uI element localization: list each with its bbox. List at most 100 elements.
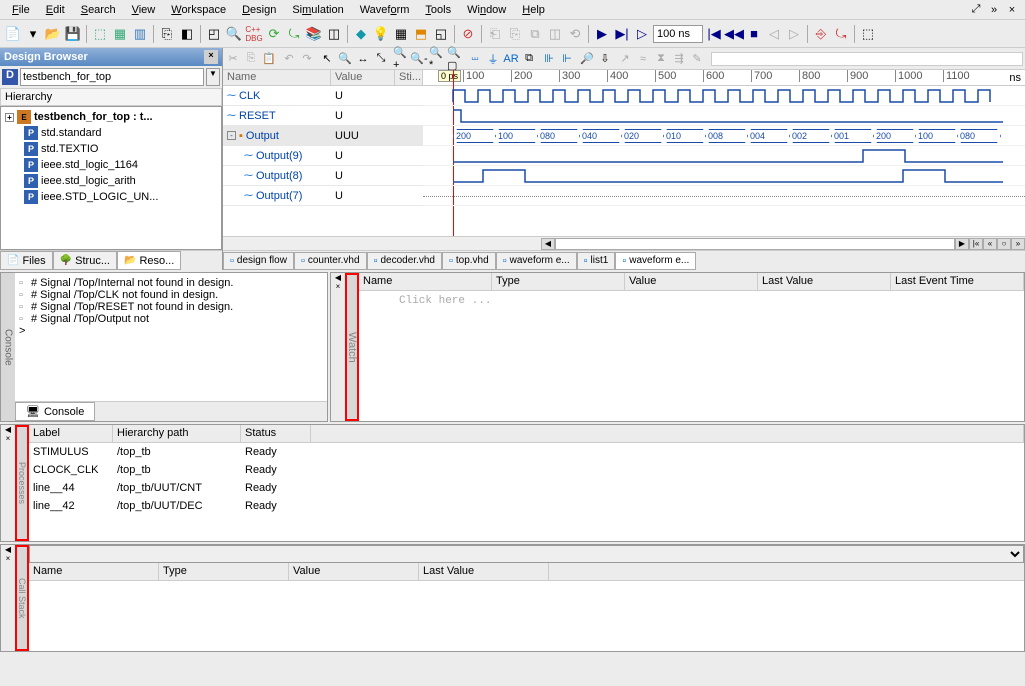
find-icon[interactable]: 🔎 <box>579 51 595 67</box>
tool-icon[interactable]: ◫ <box>546 25 564 43</box>
tool-icon[interactable]: ⟳ <box>265 25 283 43</box>
redo-icon[interactable]: ↷ <box>299 51 315 67</box>
new-icon[interactable]: 📄 <box>4 25 22 43</box>
signal-row[interactable]: ⁓ Output(7)U <box>223 186 423 206</box>
scroll-right-icon[interactable]: ▶ <box>955 238 969 250</box>
col-status[interactable]: Status <box>241 425 311 442</box>
time-input[interactable] <box>653 25 703 43</box>
col-label[interactable]: Label <box>29 425 113 442</box>
file-tab[interactable]: ▫ design flow <box>223 252 294 270</box>
watch-placeholder[interactable]: Click here ... <box>359 291 1024 311</box>
nav-prev-icon[interactable]: « <box>983 238 997 250</box>
signal-row[interactable]: ⁓ RESETU <box>223 106 423 126</box>
scroll-left-icon[interactable]: ◀ <box>1 545 15 554</box>
stack-col[interactable]: Last Value <box>419 563 549 580</box>
signal-row[interactable]: ⁓ Output(8)U <box>223 166 423 186</box>
tree-item[interactable]: +Etestbench_for_top : t... <box>3 109 219 125</box>
stack-col[interactable]: Type <box>159 563 289 580</box>
console-tab[interactable]: 🖥 Console <box>15 402 95 421</box>
watch-col[interactable]: Value <box>625 273 758 290</box>
tool-icon[interactable]: ◆ <box>352 25 370 43</box>
close-icon[interactable]: × <box>1 434 15 443</box>
tool-icon[interactable]: ⬒ <box>412 25 430 43</box>
col-value[interactable]: Value <box>331 70 395 85</box>
tool-icon[interactable]: ↗ <box>617 51 633 67</box>
tool-icon[interactable]: ⎗ <box>486 25 504 43</box>
process-row[interactable]: line__44/top_tb/UUT/CNTReady <box>29 479 1024 497</box>
next-icon[interactable]: ▷ <box>785 25 803 43</box>
tool-icon[interactable]: ◱ <box>432 25 450 43</box>
tool-icon[interactable]: ⤿ <box>832 25 850 43</box>
nav-first-icon[interactable]: |« <box>969 238 983 250</box>
tool-icon[interactable]: ⎘ <box>506 25 524 43</box>
signal-row[interactable]: - ▪ OutputUUU <box>223 126 423 146</box>
zoom-out-icon[interactable]: 🔍- <box>411 51 427 67</box>
watch-col[interactable]: Last Event Time <box>891 273 1024 290</box>
tree-item[interactable]: Pieee.std_logic_1164 <box>3 157 219 173</box>
bulb-icon[interactable]: 💡 <box>372 25 390 43</box>
close-icon[interactable]: × <box>1 554 15 563</box>
tool-icon[interactable]: ▦ <box>392 25 410 43</box>
tool-icon[interactable]: ⏚ <box>485 51 501 67</box>
save-icon[interactable]: 💾 <box>64 25 82 43</box>
time-cursor[interactable]: 0 ps <box>438 70 461 82</box>
play-icon[interactable]: ▶ <box>593 25 611 43</box>
step-icon[interactable]: ▶| <box>613 25 631 43</box>
console-output[interactable]: ▫# Signal /Top/Internal not found in des… <box>15 273 327 401</box>
menu-simulation[interactable]: Simulation <box>284 2 351 18</box>
tool-icon[interactable]: ▦ <box>111 25 129 43</box>
stack-col[interactable]: Value <box>289 563 419 580</box>
waveform-canvas[interactable]: 0 ps10020030040050060070080090010001100n… <box>423 70 1025 236</box>
scroll-left-icon[interactable]: ◀ <box>331 273 345 282</box>
cut-icon[interactable]: ✂ <box>225 51 241 67</box>
tree-item[interactable]: Pieee.std_logic_arith <box>3 173 219 189</box>
tool-icon[interactable]: ⏙ <box>467 51 483 67</box>
tree-item[interactable]: Pieee.STD_LOGIC_UN... <box>3 189 219 205</box>
tool-icon[interactable]: ⧉ <box>526 25 544 43</box>
stop-icon[interactable]: ⊘ <box>459 25 477 43</box>
open-icon[interactable]: 📂 <box>44 25 62 43</box>
hierarchy-tree[interactable]: +Etestbench_for_top : t...Pstd.standardP… <box>0 106 222 250</box>
zoom-fit-icon[interactable]: 🔍* <box>429 51 445 67</box>
tab-struc[interactable]: 🌳 Struc... <box>53 251 117 270</box>
file-tab[interactable]: ▫ counter.vhd <box>294 252 367 270</box>
tool-icon[interactable]: ⇶ <box>671 51 687 67</box>
process-row[interactable]: CLOCK_CLK/top_tbReady <box>29 461 1024 479</box>
file-tab[interactable]: ▫ decoder.vhd <box>367 252 442 270</box>
col-path[interactable]: Hierarchy path <box>113 425 241 442</box>
tool-icon[interactable]: ◰ <box>205 25 223 43</box>
prev-icon[interactable]: ◁ <box>765 25 783 43</box>
dropdown-icon[interactable]: ▾ <box>24 25 42 43</box>
menu-window[interactable]: Window <box>459 2 514 18</box>
tool-icon[interactable]: ⎆ <box>812 25 830 43</box>
wave-scroll-track[interactable] <box>711 52 1023 66</box>
tool-icon[interactable]: ▥ <box>131 25 149 43</box>
watch-col[interactable]: Type <box>492 273 625 290</box>
menu-edit[interactable]: Edit <box>38 2 73 18</box>
col-name[interactable]: Name <box>223 70 331 85</box>
tool-icon[interactable]: ⬚ <box>91 25 109 43</box>
nav-next-icon[interactable]: » <box>1011 238 1025 250</box>
menu-workspace[interactable]: Workspace <box>163 2 234 18</box>
scroll-left-icon[interactable]: ◀ <box>541 238 555 250</box>
cursor-icon[interactable]: ↖ <box>319 51 335 67</box>
paste-icon[interactable]: 📋 <box>261 51 277 67</box>
pan-icon[interactable]: ↔ <box>355 51 371 67</box>
tool-icon[interactable]: AR <box>503 51 519 67</box>
stack-col[interactable]: Name <box>29 563 159 580</box>
tool-icon[interactable]: ⟲ <box>566 25 584 43</box>
scroll-left-icon[interactable]: ◀ <box>1 425 15 434</box>
h-scrollbar[interactable] <box>555 238 955 250</box>
process-row[interactable]: STIMULUS/top_tbReady <box>29 443 1024 461</box>
tool-icon[interactable]: ✎ <box>689 51 705 67</box>
tool-icon[interactable]: ◧ <box>178 25 196 43</box>
copy-icon[interactable]: ⎘ <box>243 51 259 67</box>
tool-icon[interactable]: ⧗ <box>653 51 669 67</box>
dropdown-icon[interactable]: ▼ <box>206 68 220 86</box>
signal-row[interactable]: ⁓ CLKU <box>223 86 423 106</box>
col-sti[interactable]: Sti... <box>395 70 423 85</box>
nav-center-icon[interactable]: ○ <box>997 238 1011 250</box>
file-tab[interactable]: ▫ waveform e... <box>615 252 696 270</box>
tool-icon[interactable]: ⎘ <box>158 25 176 43</box>
watch-col[interactable]: Last Value <box>758 273 891 290</box>
